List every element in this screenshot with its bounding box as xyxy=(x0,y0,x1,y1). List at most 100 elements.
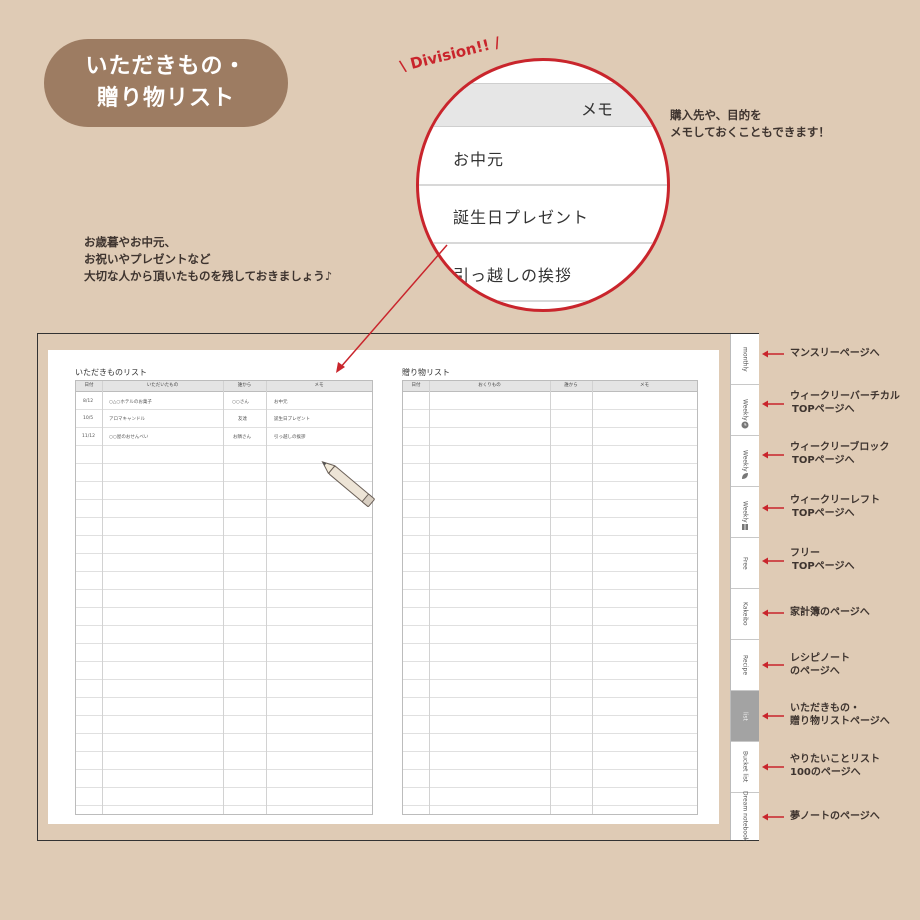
received-gifts-table: 日付 いただいたもの 誰から メモ 8/12 ○△○ホテルのお菓子 ○○さん お… xyxy=(75,380,373,815)
tab-label: Bucket list xyxy=(741,751,749,783)
tab-annotation-line: ウィークリーレフト xyxy=(790,495,880,506)
tab-annotation-line: いただきもの・ xyxy=(790,703,860,714)
arrow-icon xyxy=(762,763,784,771)
tab-annotation-line: TOPページへ xyxy=(792,404,855,415)
zoom-row-text: 誕生日プレゼント xyxy=(453,208,590,227)
tab-annotation: レシピノート のページへ xyxy=(790,652,850,678)
zoom-magnifier: メモ お中元 誕生日プレゼント 引っ越しの挨拶 xyxy=(416,58,670,312)
tab-bucket-list[interactable]: Bucket list xyxy=(731,742,759,793)
tab-list[interactable]: list xyxy=(731,691,759,742)
tab-annotation-line: TOPページへ xyxy=(792,508,855,519)
tab-label: Weekly xyxy=(741,399,749,421)
tab-annotation: フリー TOPページへ xyxy=(790,547,854,573)
tab-label: Dream notebook xyxy=(741,790,749,842)
zoom-row-text: 引っ越しの挨拶 xyxy=(453,266,573,285)
column-header-memo: メモ xyxy=(314,383,324,388)
tab-annotation: ウィークリーレフト TOPページへ xyxy=(790,494,880,520)
arrow-icon xyxy=(762,504,784,512)
tab-annotation-line: ウィークリーブロック xyxy=(790,442,890,453)
table-cell: 友達 xyxy=(238,417,247,422)
table-cell: ○○屋のおせんべい xyxy=(109,435,149,440)
arrow-icon xyxy=(762,400,784,408)
table-cell: お隣さん xyxy=(233,435,251,440)
table-cell: 引っ越しの挨拶 xyxy=(274,435,306,440)
given-gifts-table: 日付 おくりもの 誰から メモ xyxy=(402,380,698,815)
tab-annotation-line: TOPページへ xyxy=(792,561,855,572)
title-badge: いただきもの・ 贈り物リスト xyxy=(44,39,288,127)
tab-annotation-line: 家計簿のページへ xyxy=(790,607,870,618)
tab-weekly-vertical[interactable]: Weekly xyxy=(731,385,759,436)
left-note: お歳暮やお中元、 お祝いやプレゼントなど 大切な人から頂いたものを残しておきまし… xyxy=(84,234,332,285)
tab-label: list xyxy=(741,711,749,721)
arrow-icon xyxy=(762,813,784,821)
table-cell: お中元 xyxy=(274,400,288,405)
tab-annotation-line: のページへ xyxy=(790,666,840,677)
arrow-icon xyxy=(762,712,784,720)
table-cell: ○○さん xyxy=(232,400,249,405)
zoom-row: お中元 xyxy=(419,126,667,186)
tab-weekly-left[interactable]: Weekly xyxy=(731,487,759,538)
title-line-1: いただきもの・ xyxy=(85,54,247,79)
tab-recipe[interactable]: Recipe xyxy=(731,640,759,691)
zoom-row: 引っ越しの挨拶 xyxy=(419,242,667,302)
notebook-paper: いただきものリスト 日付 いただいたもの 誰から メモ 8/12 ○△○ホテルの… xyxy=(48,350,719,824)
pencil-icon xyxy=(321,461,375,507)
notebook-preview: いただきものリスト 日付 いただいたもの 誰から メモ 8/12 ○△○ホテルの… xyxy=(37,333,759,841)
tab-label: Weekly xyxy=(741,450,749,472)
zoom-row: 誕生日プレゼント xyxy=(419,184,667,244)
division-label: \ Division!! / xyxy=(398,33,502,76)
index-tabs: monthly Weekly Weekly Weekly Free Kakeib… xyxy=(730,334,759,842)
tab-annotation-line: 贈り物リストページへ xyxy=(790,716,890,727)
tab-dream-notebook[interactable]: Dream notebook xyxy=(731,790,759,842)
tab-monthly[interactable]: monthly xyxy=(731,334,759,385)
leaf-icon xyxy=(742,473,748,479)
tab-annotation-line: 100のページへ xyxy=(790,767,861,778)
column-header-memo: メモ xyxy=(640,383,649,388)
column-header-date: 日付 xyxy=(84,383,94,388)
arrow-icon xyxy=(762,557,784,565)
title-line-2: 贈り物リスト xyxy=(96,86,235,111)
right-page-title: 贈り物リスト xyxy=(402,368,450,377)
zoom-header-label: メモ xyxy=(580,100,613,119)
tab-annotation-line: 夢ノートのページへ xyxy=(790,811,880,822)
table-cell: 10/5 xyxy=(83,416,94,421)
table-cell: 8/12 xyxy=(83,399,94,404)
arrow-icon xyxy=(762,609,784,617)
left-note-line: お歳暮やお中元、 xyxy=(84,235,176,249)
column-header-from: 誰から xyxy=(564,383,578,388)
left-note-line: 大切な人から頂いたものを残しておきましょう♪ xyxy=(84,269,333,283)
table-cell: 誕生日プレゼント xyxy=(274,417,310,422)
clock-icon xyxy=(741,421,749,429)
column-header-item: いただいたもの xyxy=(146,383,179,388)
book-icon xyxy=(742,524,748,530)
zoom-row-text: お中元 xyxy=(453,150,505,169)
left-note-line: お祝いやプレゼントなど xyxy=(84,252,211,266)
tab-annotation: 家計簿のページへ xyxy=(790,606,870,619)
table-cell: 11/12 xyxy=(82,434,95,439)
tab-weekly-block[interactable]: Weekly xyxy=(731,436,759,487)
right-note-line: 購入先や、目的を xyxy=(670,108,762,122)
tab-kakeibo[interactable]: Kakeibo xyxy=(731,589,759,640)
tab-label: Free xyxy=(741,556,749,570)
tab-label: monthly xyxy=(741,346,749,372)
tab-annotation: 夢ノートのページへ xyxy=(790,810,880,823)
table-header: 日付 いただいたもの 誰から メモ xyxy=(76,381,372,392)
tab-annotation: ウィークリーブロック TOPページへ xyxy=(790,441,889,467)
tab-annotation-line: フリー xyxy=(790,548,820,559)
tab-free[interactable]: Free xyxy=(731,538,759,589)
tab-annotation: ウィークリーバーチカル TOPページへ xyxy=(790,390,900,416)
column-header-date: 日付 xyxy=(411,383,421,388)
left-page-title: いただきものリスト xyxy=(75,368,147,377)
tab-annotation: やりたいことリスト 100のページへ xyxy=(790,753,880,779)
tab-label: Recipe xyxy=(741,654,749,676)
tab-annotation-line: やりたいことリスト xyxy=(790,754,880,765)
column-header-from: 誰から xyxy=(237,383,252,388)
arrow-icon xyxy=(762,661,784,669)
tab-annotation-line: TOPページへ xyxy=(792,455,855,466)
column-header-item: おくりもの xyxy=(478,383,501,388)
right-note-line: メモしておくこともできます！ xyxy=(670,125,830,139)
zoom-header: メモ xyxy=(419,83,667,127)
tab-label: Kakeibo xyxy=(741,602,749,626)
arrow-icon xyxy=(762,350,784,358)
right-note: 購入先や、目的を メモしておくこともできます！ xyxy=(670,107,830,141)
